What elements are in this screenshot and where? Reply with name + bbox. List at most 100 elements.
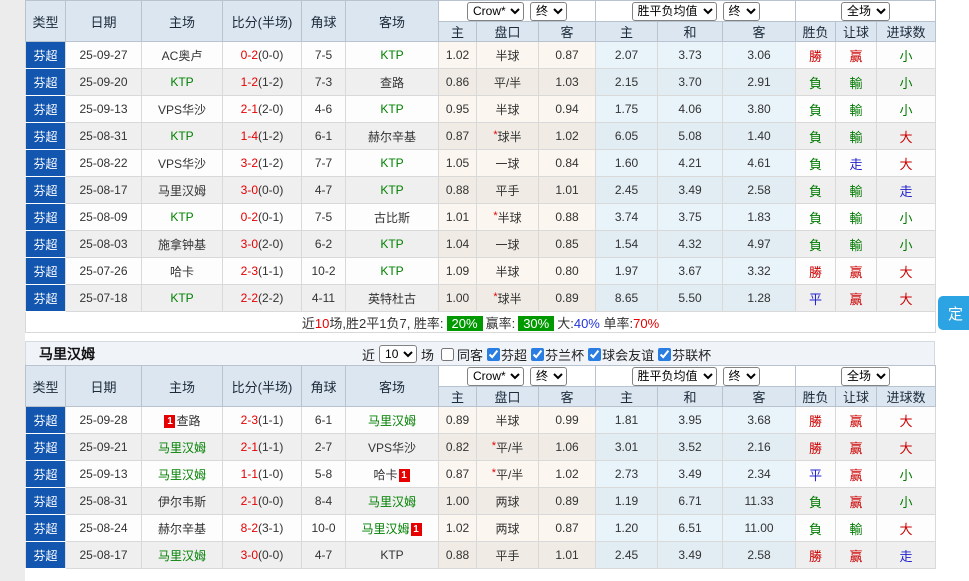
asian-home-odds-cell: 1.02 <box>439 515 477 542</box>
team-name: 施拿钟基 <box>158 238 206 252</box>
col-header-asian-away: 客 <box>539 387 596 407</box>
bookmaker-select[interactable]: Crow* <box>467 367 524 386</box>
col-header-away: 客场 <box>346 366 439 407</box>
fulltime-score: 1-1 <box>241 467 258 481</box>
corner-cell: 8-4 <box>302 488 346 515</box>
col-header-asian-home: 主 <box>439 387 477 407</box>
halftime-score: (2-2) <box>258 291 283 305</box>
result-wdl-cell: 平 <box>796 285 836 312</box>
away-team-cell: KTP <box>346 42 439 69</box>
match-date-cell: 25-09-27 <box>66 42 142 69</box>
result-wdl-cell: 負 <box>796 69 836 96</box>
asian-handicap-cell: 一球 <box>477 231 539 258</box>
euro-draw-odds-cell: 6.51 <box>658 515 723 542</box>
euro-home-odds-cell: 2.45 <box>596 177 658 204</box>
euro-away-odds-cell: 2.16 <box>723 434 796 461</box>
euro-home-odds-cell: 1.19 <box>596 488 658 515</box>
euro-away-odds-cell: 1.40 <box>723 123 796 150</box>
result-goals-cell: 大 <box>877 407 936 434</box>
team-name: KTP <box>380 102 403 116</box>
team-name: 哈卡 <box>373 468 397 482</box>
league-filter-label: 芬联杯 <box>672 345 711 364</box>
result-goals-cell: 大 <box>877 258 936 285</box>
asian-handicap-cell: 一球 <box>477 150 539 177</box>
euro-away-odds-cell: 1.28 <box>723 285 796 312</box>
result-wdl-cell: 負 <box>796 488 836 515</box>
team-name: 马里汉姆 <box>158 468 206 482</box>
col-header-asian-line: 盘口 <box>477 22 539 42</box>
asian-home-odds-cell: 1.02 <box>439 42 477 69</box>
handicap-star: * <box>492 440 496 452</box>
asian-period-select[interactable]: 终 <box>530 2 567 21</box>
euro-type-select[interactable]: 胜平负均值 <box>632 367 717 386</box>
asian-handicap-cell: 半球 <box>477 407 539 434</box>
halftime-score: (2-0) <box>258 102 283 116</box>
scope-select[interactable]: 全场 <box>841 2 890 21</box>
col-header-wdl: 胜负 <box>796 22 836 42</box>
corner-cell: 7-5 <box>302 42 346 69</box>
team-name: 古比斯 <box>374 211 410 225</box>
euro-type-select[interactable]: 胜平负均值 <box>632 2 717 21</box>
col-header-away: 客场 <box>346 1 439 42</box>
fulltime-score: 1-4 <box>241 129 258 143</box>
corner-cell: 6-1 <box>302 407 346 434</box>
away-team-cell: KTP <box>346 258 439 285</box>
result-handicap-cell: 赢 <box>836 407 877 434</box>
home-team-cell: 马里汉姆 <box>142 177 223 204</box>
euro-draw-odds-cell: 3.67 <box>658 258 723 285</box>
halftime-score: (0-1) <box>258 210 283 224</box>
euro-home-odds-cell: 2.73 <box>596 461 658 488</box>
asian-home-odds-cell: 0.89 <box>439 407 477 434</box>
col-header-corner: 角球 <box>302 1 346 42</box>
euro-odds-controls: 胜平负均值终 <box>596 1 796 22</box>
same-away-label: 同客 <box>457 345 483 364</box>
customize-float-button[interactable]: 定 <box>938 296 969 330</box>
league-filter-label: 芬兰杯 <box>545 345 584 364</box>
away-team-cell: 马里汉姆 <box>346 407 439 434</box>
league-filter-checkbox[interactable] <box>531 348 544 361</box>
bookmaker-select[interactable]: Crow* <box>467 2 524 21</box>
col-header-asian-away: 客 <box>539 22 596 42</box>
halftime-score: (1-2) <box>258 129 283 143</box>
result-goals-cell: 小 <box>877 42 936 69</box>
euro-away-odds-cell: 2.34 <box>723 461 796 488</box>
league-filter-checkbox[interactable] <box>487 348 500 361</box>
asian-handicap-cell: *球半 <box>477 285 539 312</box>
league-filter-checkbox[interactable] <box>588 348 601 361</box>
league-type-cell: 芬超 <box>26 542 66 569</box>
match-row: 芬超25-08-22VPS华沙3-2(1-2)7-7KTP1.05一球0.841… <box>26 150 936 177</box>
euro-away-odds-cell: 3.32 <box>723 258 796 285</box>
home-team-cell: AC奥卢 <box>142 42 223 69</box>
asian-handicap-cell: 平手 <box>477 177 539 204</box>
league-type-cell: 芬超 <box>26 461 66 488</box>
result-wdl-cell: 負 <box>796 150 836 177</box>
away-team-cell: KTP <box>346 542 439 569</box>
league-type-cell: 芬超 <box>26 434 66 461</box>
away-team-cell: 哈卡1 <box>346 461 439 488</box>
league-filter-checkbox[interactable] <box>658 348 671 361</box>
euro-period-select[interactable]: 终 <box>723 367 760 386</box>
euro-home-odds-cell: 3.74 <box>596 204 658 231</box>
scope-select[interactable]: 全场 <box>841 367 890 386</box>
asian-period-select[interactable]: 终 <box>530 367 567 386</box>
away-team-cell: 马里汉姆 <box>346 488 439 515</box>
corner-cell: 10-0 <box>302 515 346 542</box>
match-date-cell: 25-08-31 <box>66 488 142 515</box>
result-wdl-cell: 勝 <box>796 42 836 69</box>
score-cell: 8-2(3-1) <box>223 515 302 542</box>
same-away-checkbox[interactable] <box>441 348 454 361</box>
red-card-badge: 1 <box>411 523 422 536</box>
fulltime-score: 8-2 <box>241 521 258 535</box>
score-cell: 2-3(1-1) <box>223 407 302 434</box>
recent-count-select[interactable]: 10 <box>379 345 417 363</box>
team-name: KTP <box>380 48 403 62</box>
result-handicap-cell: 輸 <box>836 69 877 96</box>
col-header-corner: 角球 <box>302 366 346 407</box>
asian-away-odds-cell: 0.99 <box>539 407 596 434</box>
euro-away-odds-cell: 1.83 <box>723 204 796 231</box>
asian-away-odds-cell: 1.06 <box>539 434 596 461</box>
match-date-cell: 25-09-20 <box>66 69 142 96</box>
league-filter-item: 芬联杯 <box>658 345 711 364</box>
euro-period-select[interactable]: 终 <box>723 2 760 21</box>
fulltime-score: 0-2 <box>241 210 258 224</box>
